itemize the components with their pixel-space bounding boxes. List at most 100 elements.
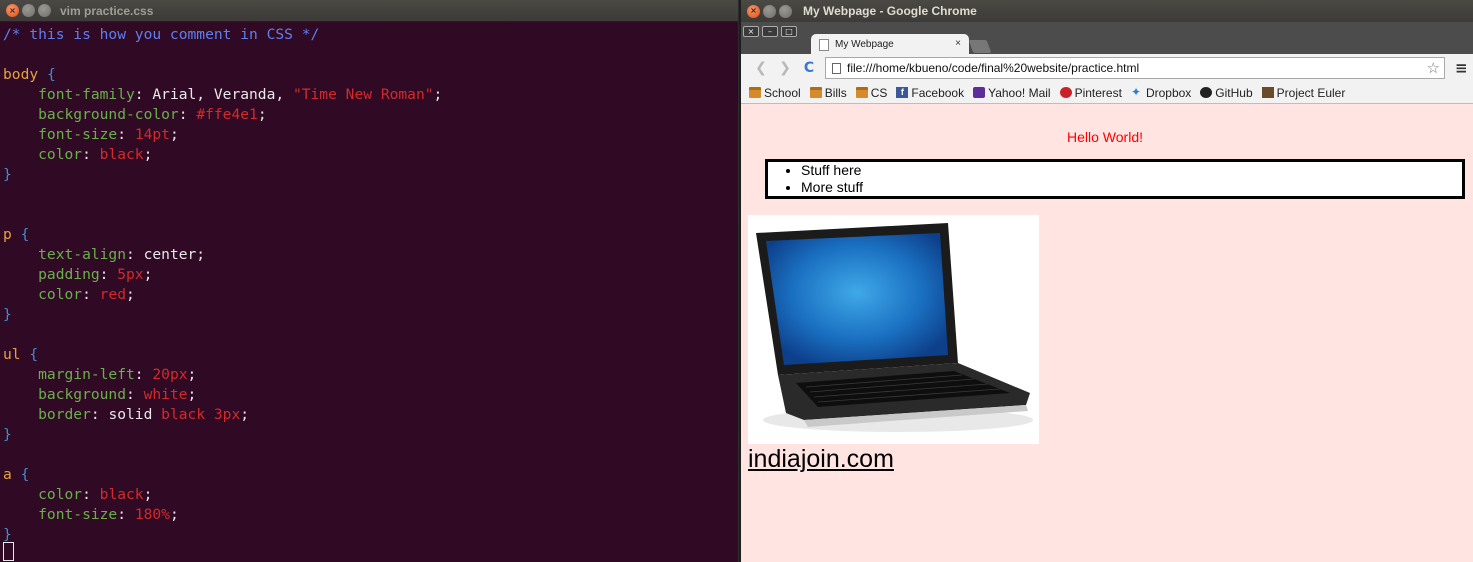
bookmark-star-icon[interactable]: ☆ [1427, 59, 1440, 77]
code-token: 180% [134, 506, 170, 523]
bookmark-github[interactable]: GitHub [1200, 85, 1253, 100]
laptop-icon [756, 223, 1033, 432]
maximize-icon[interactable] [38, 4, 51, 17]
bookmark-label: GitHub [1215, 85, 1253, 100]
code-line: } [3, 425, 738, 445]
code-token: : [82, 486, 100, 503]
code-token: ; [187, 366, 197, 383]
code-token: ; [169, 506, 179, 523]
code-line: p { [3, 225, 738, 245]
vim-editor[interactable]: /* this is how you comment in CSS */ bod… [0, 22, 738, 545]
address-bar[interactable]: file:///home/kbueno/code/final%20website… [825, 57, 1445, 79]
bookmark-bills[interactable]: Bills [809, 85, 847, 100]
code-token: black [99, 146, 144, 163]
code-token: ; [169, 126, 179, 143]
code-line: font-size: 180%; [3, 505, 738, 525]
site-link[interactable]: indiajoin.com [748, 445, 894, 474]
maximize-window-icon[interactable]: □ [781, 26, 797, 37]
code-token: ; [143, 486, 153, 503]
code-token: body [3, 66, 39, 83]
tab-close-icon[interactable]: × [955, 38, 961, 49]
bookmark-pinterest[interactable]: Pinterest [1059, 85, 1122, 100]
page-viewport: Hello World! Stuff here More stuff [741, 104, 1473, 562]
code-token: ; [187, 386, 197, 403]
code-line: a { [3, 465, 738, 485]
code-token: black 3px [161, 406, 241, 423]
close-icon[interactable]: × [747, 4, 760, 18]
code-line: ul { [3, 345, 738, 365]
bookmark-label: CS [870, 85, 888, 100]
bookmark-project-euler[interactable]: Project Euler [1261, 86, 1345, 100]
stuff-list: Stuff here More stuff [765, 159, 1465, 199]
code-token: : [99, 266, 118, 283]
laptop-image [748, 215, 1039, 444]
close-window-icon[interactable]: × [743, 26, 759, 37]
bookmark-label: Yahoo! Mail [988, 85, 1051, 100]
vim-cursor [3, 542, 14, 561]
code-token: { [11, 226, 30, 243]
url-text: file:///home/kbueno/code/final%20website… [847, 61, 1140, 75]
minimize-icon[interactable] [22, 4, 35, 17]
code-token: #ffe4e1 [196, 106, 258, 123]
tab-my-webpage[interactable]: My Webpage × [811, 34, 969, 55]
terminal-titlebar: × vim practice.css [0, 0, 738, 22]
page-icon [819, 38, 829, 51]
pe-icon [1261, 87, 1274, 98]
close-icon[interactable]: × [6, 4, 19, 17]
code-token: color [3, 486, 83, 503]
code-token: color [3, 146, 83, 163]
code-token: ; [126, 286, 135, 303]
bookmark-cs[interactable]: CS [855, 85, 888, 100]
code-token: : [126, 386, 144, 403]
chrome-toolbar: ❮ ❯ C file:///home/kbueno/code/final%20w… [741, 54, 1473, 82]
code-token: : [117, 506, 135, 523]
bookmark-label: Pinterest [1074, 85, 1122, 100]
back-icon[interactable]: ❮ [749, 60, 773, 76]
bookmark-label: Bills [824, 85, 847, 100]
yahoo-icon [973, 87, 986, 98]
code-token: margin-left [3, 366, 135, 383]
code-token: border [3, 406, 91, 423]
code-line: } [3, 165, 738, 185]
minimize-window-icon[interactable]: – [762, 26, 778, 37]
code-line: border: solid black 3px; [3, 405, 738, 425]
gh-icon [1200, 87, 1213, 98]
code-token: red [99, 286, 127, 303]
folder-icon [749, 87, 761, 98]
bookmark-dropbox[interactable]: ✦ Dropbox [1131, 86, 1191, 100]
maximize-icon[interactable] [779, 4, 792, 18]
code-line: background: white; [3, 385, 738, 405]
code-line: color: black; [3, 145, 738, 165]
code-token: : [117, 126, 135, 143]
bookmark-facebook[interactable]: f Facebook [896, 86, 964, 100]
hello-paragraph: Hello World! [1067, 129, 1143, 145]
code-token: { [11, 466, 30, 483]
drop-icon: ✦ [1130, 85, 1141, 99]
code-token: ; [257, 106, 267, 123]
list-item: Stuff here [801, 162, 1462, 179]
reload-icon[interactable]: C [797, 60, 821, 76]
code-line: } [3, 305, 738, 325]
code-token: } [3, 426, 12, 443]
chrome-menu-icon[interactable]: ≡ [1455, 59, 1468, 77]
new-tab-button[interactable] [968, 40, 992, 53]
terminal-title: vim practice.css [60, 3, 154, 18]
code-line: /* this is how you comment in CSS */ [3, 25, 738, 45]
code-token: /* this is how you comment in CSS */ [3, 26, 320, 43]
minimize-icon[interactable] [763, 4, 776, 18]
forward-icon[interactable]: ❯ [773, 60, 797, 76]
code-token: } [3, 526, 12, 543]
code-token: black [99, 486, 144, 503]
code-line: margin-left: 20px; [3, 365, 738, 385]
code-token: { [38, 66, 56, 83]
bookmark-school[interactable]: School [749, 86, 801, 100]
document-icon [832, 62, 841, 74]
bookmarks-bar: School Bills CS f Facebook Yahoo! Mail Pintere… [741, 82, 1473, 104]
code-line: text-align: center; [3, 245, 738, 265]
bookmark-yahoo-mail[interactable]: Yahoo! Mail [973, 85, 1051, 100]
bookmark-label: Facebook [911, 85, 965, 100]
fb-icon: f [896, 87, 909, 98]
